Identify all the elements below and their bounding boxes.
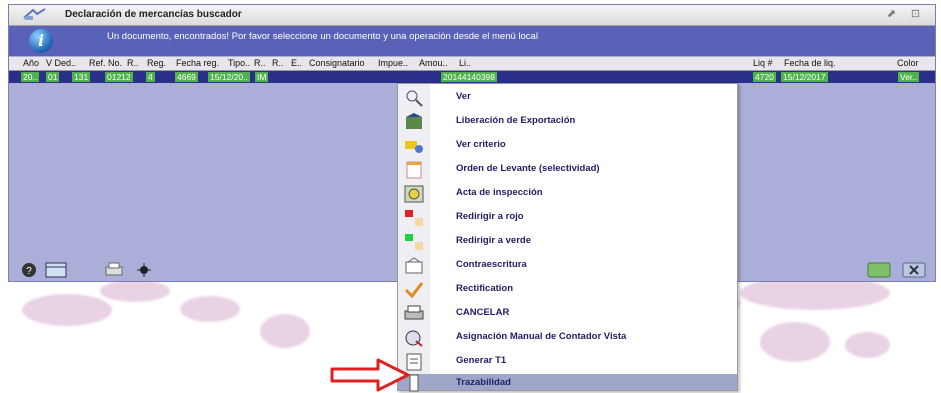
menu-item-liberacion-exportacion[interactable]: Liberación de Exportación <box>398 110 737 134</box>
menu-item-label: Liberación de Exportación <box>456 115 576 126</box>
column-header[interactable]: Ref. No. <box>89 58 122 68</box>
column-header[interactable]: Fecha de liq. <box>784 58 836 68</box>
menu-item-rectification[interactable]: Rectification <box>398 278 737 302</box>
table-cell[interactable]: 15/12/20.. <box>208 72 250 82</box>
menu-item-label: Redirigir a verde <box>456 235 531 246</box>
column-header[interactable]: Tipo.. <box>228 58 250 68</box>
menu-item-label: Ver <box>456 91 471 102</box>
menu-item-label: Asignación Manual de Contador Vista <box>456 331 627 342</box>
menu-item-generar-t1[interactable]: Generar T1 <box>398 350 737 374</box>
table-cell[interactable]: IM <box>255 72 269 82</box>
table-cell[interactable]: Ver.. <box>898 72 920 82</box>
column-header[interactable]: Color <box>897 58 919 68</box>
column-header[interactable]: Li.. <box>459 58 471 68</box>
column-header[interactable]: Liq # <box>753 58 773 68</box>
table-cell[interactable]: 4720 <box>753 72 776 82</box>
menu-item-orden-levante[interactable]: Orden de Levante (selectividad) <box>398 158 737 182</box>
table-cell[interactable]: 4669 <box>175 72 198 82</box>
menu-item-redirigir-verde[interactable]: Redirigir a verde <box>398 230 737 254</box>
counter-deed-icon <box>405 257 423 274</box>
menu-item-label: Contraescritura <box>456 259 527 270</box>
column-header[interactable]: Consignatario <box>309 58 365 68</box>
column-header[interactable]: R.. <box>272 58 284 68</box>
menu-item-asignacion-manual[interactable]: Asignación Manual de Contador Vista <box>398 326 737 350</box>
cancel-printer-icon <box>404 305 424 320</box>
ok-button-icon[interactable] <box>867 262 891 278</box>
table-cell[interactable]: 20144140398 <box>441 72 498 82</box>
menu-item-redirigir-rojo[interactable]: Redirigir a rojo <box>398 206 737 230</box>
checkmark-icon <box>404 282 424 299</box>
column-header[interactable]: R.. <box>127 58 139 68</box>
menu-item-contraescritura[interactable]: Contraescritura <box>398 254 737 278</box>
window-app-icon <box>23 8 46 20</box>
menu-item-label: Rectification <box>456 283 514 294</box>
red-channel-icon <box>405 210 423 226</box>
magnifier-icon <box>406 90 423 107</box>
menu-item-cancelar[interactable]: CANCELAR <box>398 302 737 326</box>
column-header[interactable]: Año <box>23 58 39 68</box>
table-cell[interactable]: 01 <box>46 72 60 82</box>
column-header[interactable]: Reg. <box>147 58 166 68</box>
menu-item-acta-inspeccion[interactable]: Acta de inspección <box>398 182 737 206</box>
menu-item-label: Redirigir a rojo <box>456 211 524 222</box>
table-view-icon[interactable] <box>45 262 67 278</box>
table-cell[interactable]: 131 <box>72 72 91 82</box>
help-icon[interactable]: ? <box>21 262 37 278</box>
column-header[interactable]: R.. <box>254 58 266 68</box>
menu-item-label: Ver criterio <box>456 139 506 150</box>
svg-text:?: ? <box>26 266 32 277</box>
menu-item-label: Trazabilidad <box>456 377 511 388</box>
manual-assign-icon <box>405 330 423 347</box>
export-release-icon <box>406 113 422 129</box>
column-header[interactable]: E.. <box>291 58 302 68</box>
info-bar: i Un documento, encontrados! Por favor s… <box>9 26 935 56</box>
column-header[interactable]: V Ded.. <box>46 58 76 68</box>
column-header[interactable]: Impue.. <box>378 58 408 68</box>
release-order-icon <box>406 161 422 179</box>
menu-item-trazabilidad[interactable]: Trazabilidad <box>398 374 737 392</box>
criteria-icon <box>405 141 423 153</box>
menu-item-label: Orden de Levante (selectividad) <box>456 163 600 174</box>
table-header: Año V Ded.. Ref. No. R.. Reg. Fecha reg.… <box>9 57 935 71</box>
menu-item-label: Acta de inspección <box>456 187 543 198</box>
menu-item-label: Generar T1 <box>456 355 507 366</box>
restore-button[interactable]: ⬈ <box>885 8 898 20</box>
menu-item-ver-criterio[interactable]: Ver criterio <box>398 134 737 158</box>
close-button[interactable]: ⊡ <box>909 8 922 20</box>
inspection-icon <box>404 185 424 203</box>
table-row[interactable]: 20.. 01 131 01212 4 4669 15/12/20.. IM 2… <box>9 71 935 83</box>
table-cell[interactable]: 15/12/2017 <box>781 72 828 82</box>
context-menu: Ver Liberación de Exportación Ver criter… <box>397 83 738 392</box>
table-cell[interactable]: 20.. <box>21 72 40 82</box>
menu-item-ver[interactable]: Ver <box>398 86 737 110</box>
cancel-button-icon[interactable] <box>902 262 926 278</box>
menu-item-label: CANCELAR <box>456 307 510 318</box>
info-message: Un documento, encontrados! Por favor sel… <box>107 31 538 42</box>
column-header[interactable]: Fecha reg. <box>176 58 219 68</box>
green-channel-icon <box>405 234 423 250</box>
table-cell[interactable]: 01212 <box>105 72 133 82</box>
column-header[interactable]: Amou.. <box>419 58 448 68</box>
title-bar: Declaración de mercancías buscador ⬈ ⊡ <box>9 5 935 26</box>
window-title: Declaración de mercancías buscador <box>65 9 242 20</box>
network-icon[interactable] <box>135 262 153 278</box>
print-icon[interactable] <box>103 262 125 278</box>
annotation-arrow-icon <box>330 358 410 392</box>
info-icon: i <box>29 29 53 53</box>
table-cell[interactable]: 4 <box>146 72 155 82</box>
